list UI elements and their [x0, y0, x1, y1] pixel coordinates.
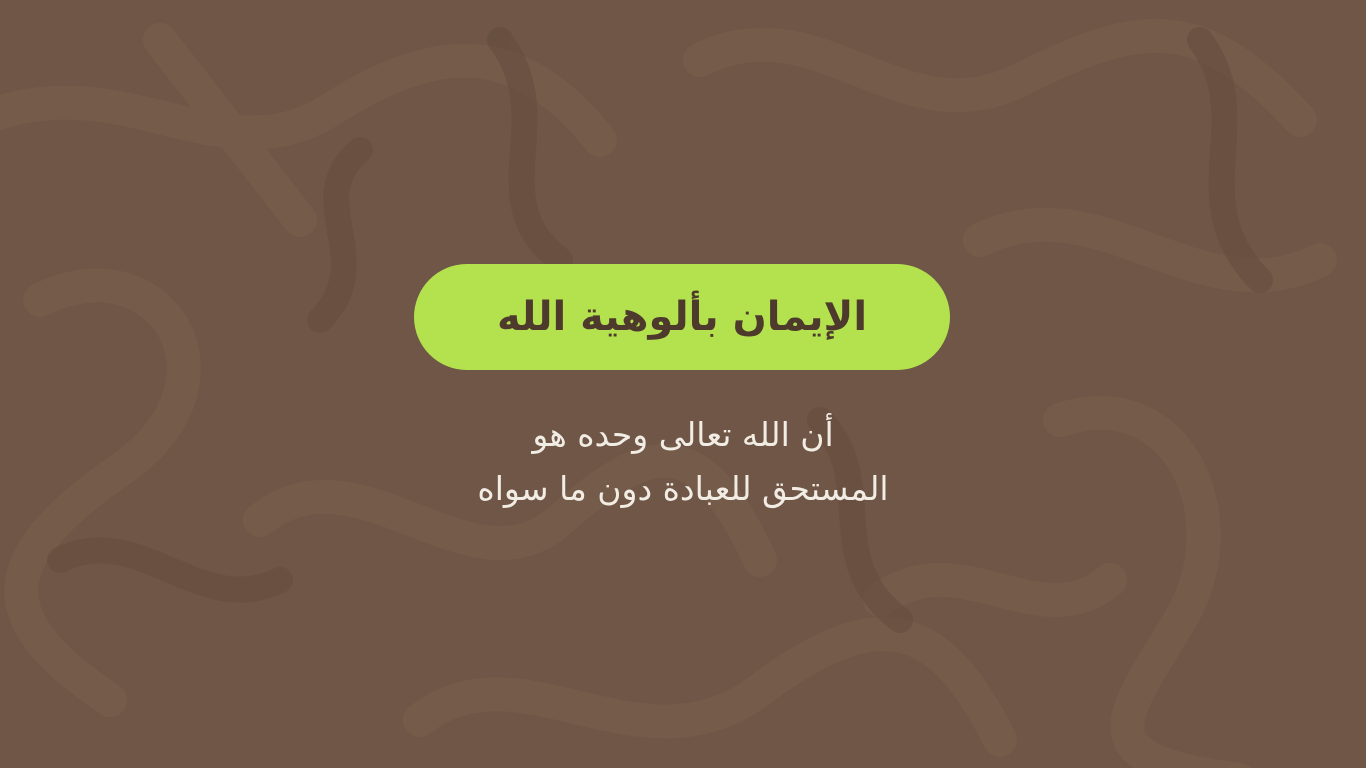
slide-description: أن الله تعالى وحده هو المستحق للعبادة دو…: [383, 408, 983, 516]
description-line: المستحق للعبادة دون ما سواه: [477, 469, 889, 508]
background-calligraphy-pattern: [0, 18, 1337, 768]
title-pill: الإيمان بألوهية الله: [414, 264, 950, 370]
slide-title: الإيمان بألوهية الله: [496, 294, 868, 340]
description-line: أن الله تعالى وحده هو: [532, 415, 834, 454]
